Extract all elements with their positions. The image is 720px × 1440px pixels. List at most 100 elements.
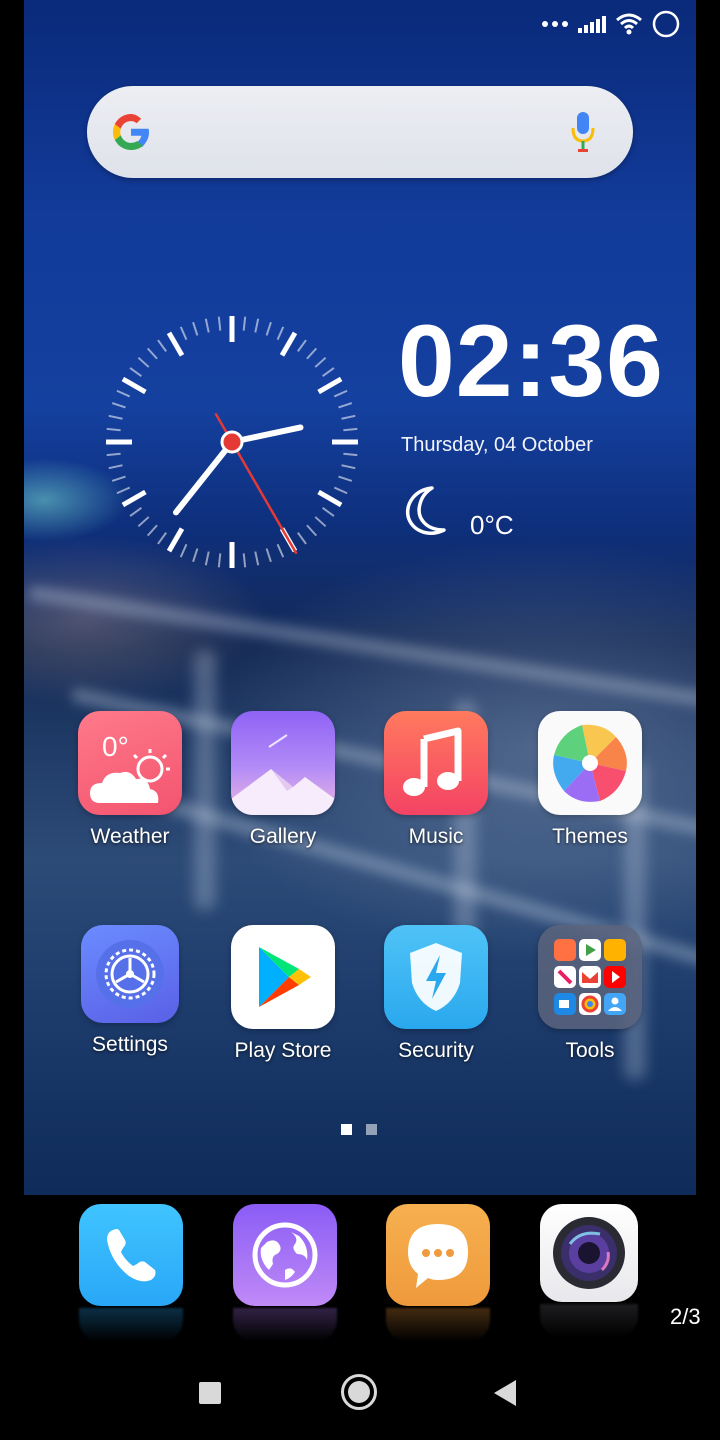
clock-minute-tick [192,321,199,336]
clock-minute-tick [265,548,272,563]
clock-minute-tick [276,543,285,558]
chat-bubble-icon [386,1204,490,1306]
clock-minute-tick [111,475,126,482]
clock-minute-tick [179,543,188,558]
clock-minute-tick [338,402,353,409]
clock-minute-tick [137,516,150,528]
clock-minute-tick [322,367,335,377]
wifi-icon [616,13,642,35]
clock-minute-tick [338,475,353,482]
digital-clock[interactable]: 02:36 [398,310,664,412]
themes-icon [538,711,642,815]
clock-minute-tick [265,321,272,336]
dock-camera[interactable] [540,1204,644,1338]
mic-icon[interactable] [569,108,597,158]
clock-minute-hand [172,439,235,516]
clock-minute-tick [157,532,167,545]
clock-hour-tick [317,376,343,395]
clock-minute-tick [314,516,327,528]
clock-minute-tick [108,414,123,420]
clock-minute-tick [146,524,158,537]
clock-hour-tick [121,489,147,508]
clock-minute-tick [306,524,318,537]
temperature-label: 0°C [470,510,514,540]
clock-minute-tick [204,318,210,333]
page-indicator [341,1124,377,1135]
clock-minute-tick [322,507,335,517]
clock-hour-tick [279,331,298,357]
more-dots-icon [542,21,568,27]
clock-minute-tick [111,402,126,409]
weather-icon: 0° [78,711,182,815]
clock-minute-tick [106,452,121,457]
clock-minute-tick [254,551,260,566]
clock-hour-tick [317,489,343,508]
clock-minute-tick [146,347,158,360]
navigation-bar [0,1346,720,1440]
clock-minute-tick [129,507,142,517]
clock-minute-tick [333,486,348,495]
clock-minute-tick [254,318,260,333]
home-icon[interactable] [341,1374,377,1410]
clock-minute-tick [341,464,356,470]
clock-minute-tick [179,326,188,341]
status-bar [542,10,680,38]
clock-minute-tick [192,548,199,563]
app-gallery[interactable]: Gallery [213,711,353,849]
clock-minute-tick [242,553,247,568]
circle-icon [652,10,680,38]
clock-minute-tick [116,486,131,495]
clock-minute-tick [306,347,318,360]
app-settings[interactable]: Settings [60,925,200,1057]
app-weather[interactable]: 0° Weather [60,711,200,849]
signal-icon [578,15,606,33]
back-icon[interactable] [494,1380,516,1406]
tools-folder-icon [538,925,642,1029]
clock-minute-tick [242,316,247,331]
clock-minute-tick [108,464,123,470]
dock-messages[interactable] [386,1204,490,1342]
date-label: Thursday, 04 October [401,434,593,456]
clock-minute-tick [204,551,210,566]
clock-minute-tick [343,452,358,457]
app-security[interactable]: Security [366,925,506,1063]
camera-lens-icon [540,1204,638,1302]
dock-phone[interactable] [79,1204,183,1342]
app-tools-folder[interactable]: Tools [520,925,660,1063]
clock-minute-tick [157,339,167,352]
clock-minute-tick [116,389,131,398]
app-play-store[interactable]: Play Store [213,925,353,1063]
recent-apps-icon[interactable] [199,1382,221,1404]
phone-icon [79,1204,183,1306]
clock-minute-tick [217,316,222,331]
clock-minute-tick [129,367,142,377]
page-dot[interactable] [366,1124,377,1135]
globe-icon [233,1204,337,1306]
clock-minute-tick [343,427,358,432]
clock-minute-tick [217,553,222,568]
clock-minute-tick [276,326,285,341]
clock-minute-tick [297,532,307,545]
clock-center-cap [220,430,244,454]
clock-hour-tick [166,527,185,553]
dock-browser[interactable] [233,1204,337,1342]
play-store-icon [231,925,335,1029]
gallery-icon [231,711,335,815]
settings-icon [81,925,179,1023]
clock-hour-tick [121,376,147,395]
security-icon [384,925,488,1029]
clock-hour-tick [166,331,185,357]
app-themes[interactable]: Themes [520,711,660,849]
moon-icon [405,486,446,535]
page-dot-active[interactable] [341,1124,352,1135]
app-music[interactable]: Music [366,711,506,849]
clock-minute-tick [137,356,150,368]
google-search-bar[interactable] [87,86,633,178]
clock-minute-tick [333,389,348,398]
music-icon [384,711,488,815]
clock-minute-tick [314,356,327,368]
google-g-icon [113,114,149,150]
page-counter: 2/3 [670,1304,701,1329]
clock-minute-tick [297,339,307,352]
analog-clock[interactable] [100,310,364,574]
